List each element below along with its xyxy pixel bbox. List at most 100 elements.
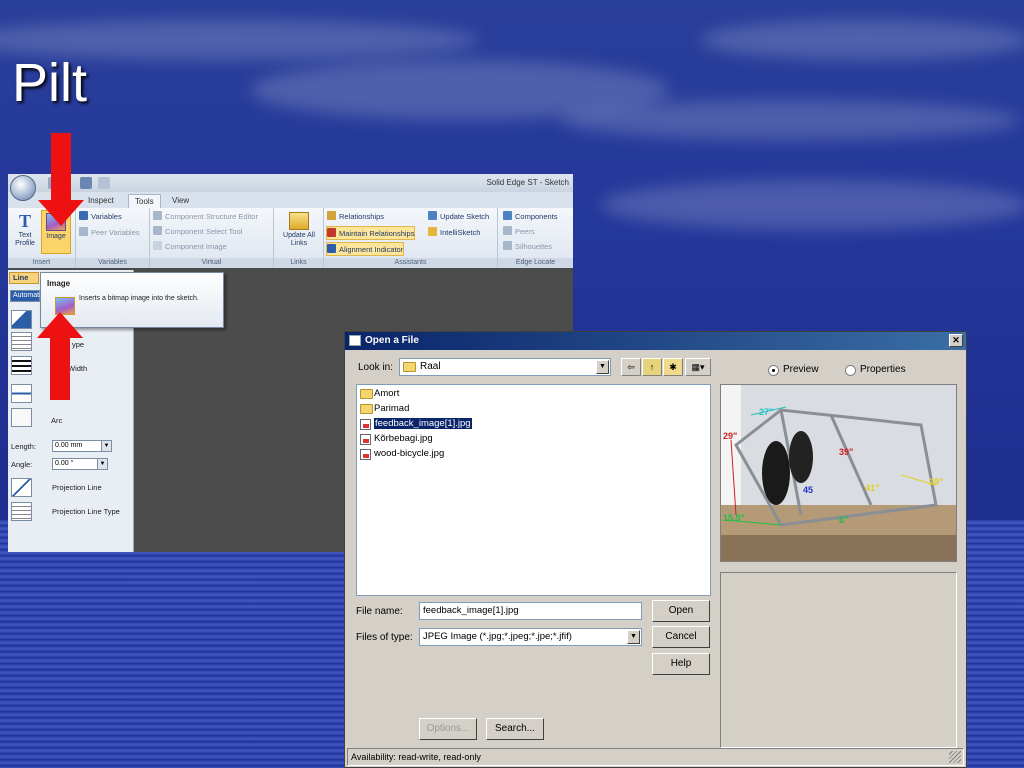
arc-icon[interactable]	[11, 408, 32, 427]
line-icon[interactable]	[11, 384, 32, 403]
group-edge-locate: Components Peers Silhouettes Edge Locate	[498, 208, 573, 268]
list-item[interactable]: Parimad	[359, 402, 409, 416]
folder-icon	[403, 362, 416, 372]
line-color-icon[interactable]	[11, 310, 32, 329]
alignment-indicator-button[interactable]: Alignment Indicator	[326, 242, 405, 256]
undo-icon[interactable]	[80, 177, 92, 189]
maintain-relationships-button[interactable]: Maintain Relationships	[326, 226, 416, 240]
dimension-label: 15.5"	[723, 513, 745, 523]
preview-photo	[721, 385, 956, 561]
group-assistants: Relationships Update Sketch Maintain Rel…	[324, 208, 498, 268]
tooltip-description: Inserts a bitmap image into the sketch.	[79, 295, 199, 302]
chevron-down-icon: ▼	[97, 459, 107, 469]
list-item[interactable]: feedback_image[1].jpg	[359, 417, 473, 431]
update-links-icon	[289, 212, 309, 230]
look-in-label: Look in:	[358, 362, 394, 373]
list-item[interactable]: wood-bicycle.jpg	[359, 447, 444, 461]
se-title-bar: Solid Edge ST - Sketch	[8, 174, 573, 192]
component-image-icon	[153, 241, 162, 250]
structure-editor-icon	[153, 211, 162, 220]
text-profile-icon: T	[18, 211, 31, 231]
list-item[interactable]: Amort	[359, 387, 399, 401]
dimension-label: 39"	[839, 447, 854, 457]
angle-field[interactable]: 0.00 ° ▼	[52, 458, 108, 470]
line-command-tab[interactable]: Line	[9, 272, 39, 284]
properties-panel	[720, 572, 957, 748]
dimension-label: 29"	[723, 431, 738, 441]
dimension-label: 45	[803, 485, 814, 495]
group-variables: Variables Peer Variables Variables	[76, 208, 150, 268]
new-folder-button[interactable]: ✱	[663, 358, 683, 376]
component-image-button[interactable]: Component Image	[153, 240, 227, 254]
back-button[interactable]: ⇦	[621, 358, 641, 376]
image-preview: 27" 29" 39" 29" 41" 15.5" 45 6"	[720, 384, 957, 562]
tab-view[interactable]: View	[166, 194, 195, 208]
redo-icon[interactable]	[98, 177, 110, 189]
line-type-icon[interactable]	[11, 332, 32, 351]
silhouettes-button[interactable]: Silhouettes	[503, 240, 552, 254]
peer-variables-icon	[79, 227, 88, 236]
search-button[interactable]: Search...	[486, 718, 544, 740]
line-width-label: Width	[68, 364, 88, 373]
maintain-relationships-icon	[327, 228, 336, 237]
folder-icon	[360, 404, 373, 414]
components-button[interactable]: Components	[503, 210, 558, 224]
list-item[interactable]: Kõrbebagi.jpg	[359, 432, 433, 446]
text-profile-button[interactable]: T Text Profile	[10, 210, 40, 254]
file-list[interactable]: Amort Parimad feedback_image[1].jpg Kõrb…	[356, 384, 711, 596]
red-arrow-down-head	[38, 200, 84, 226]
projection-line-type-icon[interactable]	[11, 502, 32, 521]
properties-radio-label: Properties	[860, 364, 906, 375]
chevron-down-icon: ▼	[101, 441, 111, 451]
arc-label: Arc	[51, 416, 63, 425]
red-arrow-up-head	[37, 312, 83, 338]
relationships-icon	[327, 211, 336, 220]
window-icon	[349, 335, 361, 346]
peer-variables-button[interactable]: Peer Variables	[79, 226, 140, 240]
resize-grip[interactable]	[949, 751, 961, 763]
dimension-label: 6"	[839, 515, 849, 525]
tooltip-title: Image	[47, 279, 71, 288]
update-sketch-button[interactable]: Update Sketch	[428, 210, 489, 224]
ribbon-tabs: Inspect Tools View	[8, 192, 573, 208]
variables-button[interactable]: Variables	[79, 210, 122, 224]
intellisketch-icon	[428, 227, 437, 236]
files-of-type-select[interactable]: JPEG Image (*.jpg;*.jpeg;*.jpe;*.jfif) ▼	[419, 628, 642, 646]
relationships-button[interactable]: Relationships	[327, 210, 384, 224]
application-button[interactable]	[10, 175, 36, 201]
line-width-icon[interactable]	[11, 356, 32, 375]
group-links: Update All Links Links	[274, 208, 324, 268]
status-text: Availability: read-write, read-only	[351, 752, 481, 762]
close-button[interactable]: ✕	[949, 334, 963, 347]
dimension-label: 41"	[865, 483, 880, 493]
look-in-combo[interactable]: Raal ▼	[399, 358, 611, 376]
image-file-icon	[360, 419, 371, 430]
properties-radio[interactable]	[845, 365, 856, 376]
tab-tools[interactable]: Tools	[128, 194, 161, 208]
cancel-button[interactable]: Cancel	[652, 626, 710, 648]
update-all-links-button[interactable]: Update All Links	[278, 210, 320, 254]
component-select-tool-button[interactable]: Component Select Tool	[153, 225, 242, 239]
tab-inspect[interactable]: Inspect	[82, 194, 120, 208]
length-field[interactable]: 0.00 mm ▼	[52, 440, 112, 452]
chevron-down-icon[interactable]: ▼	[596, 360, 609, 374]
group-virtual-label: Virtual	[150, 258, 273, 268]
up-folder-button[interactable]: ↑	[642, 358, 662, 376]
preview-radio[interactable]	[768, 365, 779, 376]
dimension-label: 29"	[929, 477, 944, 487]
intellisketch-button[interactable]: IntelliSketch	[428, 226, 480, 240]
peers-button[interactable]: Peers	[503, 225, 535, 239]
projection-line-icon[interactable]	[11, 478, 32, 497]
chevron-down-icon[interactable]: ▼	[627, 630, 640, 644]
view-menu-button[interactable]: ▦▾	[685, 358, 711, 376]
group-insert-label: Insert	[8, 258, 75, 268]
file-name-input[interactable]: feedback_image[1].jpg	[419, 602, 642, 620]
line-mode-combo[interactable]: Automati	[10, 290, 41, 302]
component-structure-editor-button[interactable]: Component Structure Editor	[153, 210, 258, 224]
help-button[interactable]: Help	[652, 653, 710, 675]
angle-label: Angle:	[11, 460, 33, 469]
options-button[interactable]: Options...	[419, 718, 477, 740]
update-sketch-icon	[428, 211, 437, 220]
open-button[interactable]: Open	[652, 600, 710, 622]
text-profile-label: Text Profile	[15, 232, 35, 247]
